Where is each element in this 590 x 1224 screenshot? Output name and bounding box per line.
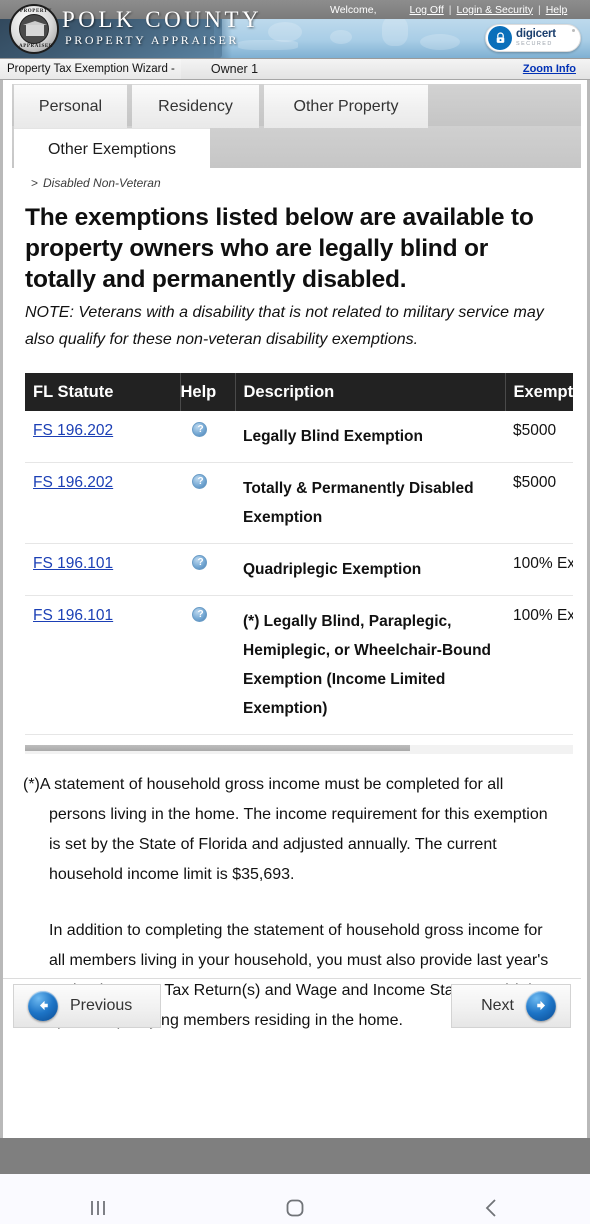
recent-apps-icon[interactable] [53, 1174, 143, 1224]
wizard-owner-label: Owner 1 [210, 62, 259, 76]
statute-link[interactable]: FS 196.101 [33, 607, 113, 624]
county-seal-icon: PROPERTY APPRAISER [9, 4, 59, 54]
cell-help [180, 543, 235, 596]
wizard-title: Property Tax Exemption Wizard - [0, 59, 181, 79]
cell-description: (*) Legally Blind, Paraplegic, Hemiplegi… [235, 595, 505, 735]
tab-personal[interactable]: Personal [14, 84, 127, 128]
tab-residency[interactable]: Residency [132, 84, 259, 128]
breadcrumb: > Disabled Non-Veteran [31, 176, 581, 190]
table-row: FS 196.101 (*) Legally Blind, Paraplegic… [25, 595, 573, 735]
back-icon[interactable] [447, 1174, 537, 1224]
column-header-help: Help [180, 373, 236, 411]
cell-amount: 100% Exempt [505, 543, 573, 596]
system-gap [0, 1138, 590, 1174]
table-row: FS 196.202 Totally & Permanently Disable… [25, 462, 573, 544]
home-icon[interactable] [250, 1174, 340, 1224]
arrow-left-icon [28, 990, 58, 1021]
cell-description: Totally & Permanently Disabled Exemption [235, 462, 505, 544]
brand-subtitle: PROPERTY APPRAISER [65, 33, 240, 47]
help-icon[interactable] [192, 422, 208, 437]
scrollbar-thumb[interactable] [25, 745, 410, 751]
tab-other-property[interactable]: Other Property [264, 84, 428, 128]
digicert-subtext: SECURED [516, 41, 553, 47]
table-row: FS 196.202 Legally Blind Exemption $5000 [25, 411, 573, 463]
brand-title: POLK COUNTY [62, 7, 263, 32]
digicert-dot [572, 29, 575, 32]
exemptions-table-scroll-container[interactable]: FL Statute Help Description Exemption Am… [25, 373, 573, 735]
lock-icon [488, 26, 512, 50]
table-header-row: FL Statute Help Description Exemption Am… [25, 373, 573, 411]
cell-amount: $5000 [505, 462, 573, 544]
table-header: FL Statute Help Description Exemption Am… [25, 373, 573, 411]
column-header-description: Description [235, 373, 506, 411]
exemptions-table: FL Statute Help Description Exemption Am… [25, 373, 573, 735]
seal-emblem [19, 14, 49, 44]
help-icon[interactable] [192, 607, 208, 622]
site-brand: POLK COUNTY PROPERTY APPRAISER [62, 8, 262, 48]
cell-help [180, 411, 235, 463]
wizard-title-bar: Property Tax Exemption Wizard - Owner 1 … [0, 58, 590, 80]
help-icon[interactable] [192, 555, 208, 570]
breadcrumb-arrow-icon: > [31, 176, 39, 190]
cell-statute: FS 196.202 [25, 411, 180, 463]
cell-statute: FS 196.202 [25, 462, 180, 544]
digicert-text: digicert SECURED [516, 27, 556, 48]
digicert-name: digicert [516, 27, 556, 40]
wizard-page: Personal Residency Other Property Other … [0, 80, 590, 1138]
log-off-link[interactable]: Log Off [410, 4, 444, 16]
cell-description: Legally Blind Exemption [235, 411, 505, 463]
header-watermark-shape [382, 16, 408, 46]
page-title: The exemptions listed below are availabl… [25, 204, 534, 293]
zoom-info-link[interactable]: Zoom Info [523, 63, 576, 75]
tab-other-exemptions[interactable]: Other Exemptions [14, 128, 210, 170]
breadcrumb-label: Disabled Non-Veteran [43, 176, 161, 190]
site-header: PROPERTY APPRAISER POLK COUNTY PROPERTY … [0, 0, 590, 58]
cell-statute: FS 196.101 [25, 595, 180, 735]
note-text: NOTE: Veterans with a disability that is… [25, 304, 544, 348]
next-button[interactable]: Next [451, 983, 571, 1028]
wizard-navigation-bar: Previous Next [3, 978, 581, 1032]
column-header-fl-statute: FL Statute [25, 373, 181, 411]
footnote-income-statement: (*)A statement of household gross income… [23, 776, 548, 883]
previous-button[interactable]: Previous [13, 983, 161, 1028]
next-button-label: Next [481, 996, 514, 1014]
statute-link[interactable]: FS 196.202 [33, 422, 113, 439]
tab-bar: Personal Residency Other Property Other … [3, 80, 581, 170]
header-watermark-shape [330, 30, 352, 44]
account-links: Welcome, Log Off | Login & Security | He… [330, 1, 590, 18]
cell-amount: $5000 [505, 411, 573, 463]
digicert-seal-badge[interactable]: digicert SECURED [485, 24, 581, 52]
header-watermark-shape [268, 22, 302, 42]
help-icon[interactable] [192, 474, 208, 489]
welcome-label: Welcome, [330, 3, 377, 16]
help-link[interactable]: Help [546, 4, 568, 16]
arrow-right-icon [526, 990, 556, 1021]
table-row: FS 196.101 Quadriplegic Exemption 100% E… [25, 543, 573, 596]
seal-bottom-text: APPRAISER [18, 44, 53, 49]
previous-button-label: Previous [70, 996, 133, 1014]
cell-help [180, 595, 235, 735]
android-navigation-bar [0, 1174, 590, 1224]
cell-amount: 100% Exempt [505, 595, 573, 735]
cell-statute: FS 196.101 [25, 543, 180, 596]
page-inner: Personal Residency Other Property Other … [3, 80, 581, 1036]
table-horizontal-scrollbar[interactable] [25, 745, 573, 754]
header-watermark-shape [420, 34, 460, 50]
statute-link[interactable]: FS 196.202 [33, 474, 113, 491]
statute-link[interactable]: FS 196.101 [33, 555, 113, 572]
column-header-exemption-amount: Exemption Amount [505, 373, 573, 411]
cell-description: Quadriplegic Exemption [235, 543, 505, 596]
table-body: FS 196.202 Legally Blind Exemption $5000… [25, 411, 573, 735]
link-separator: | [537, 3, 541, 16]
link-separator: | [448, 3, 452, 16]
login-security-link[interactable]: Login & Security [456, 4, 532, 16]
cell-help [180, 462, 235, 544]
